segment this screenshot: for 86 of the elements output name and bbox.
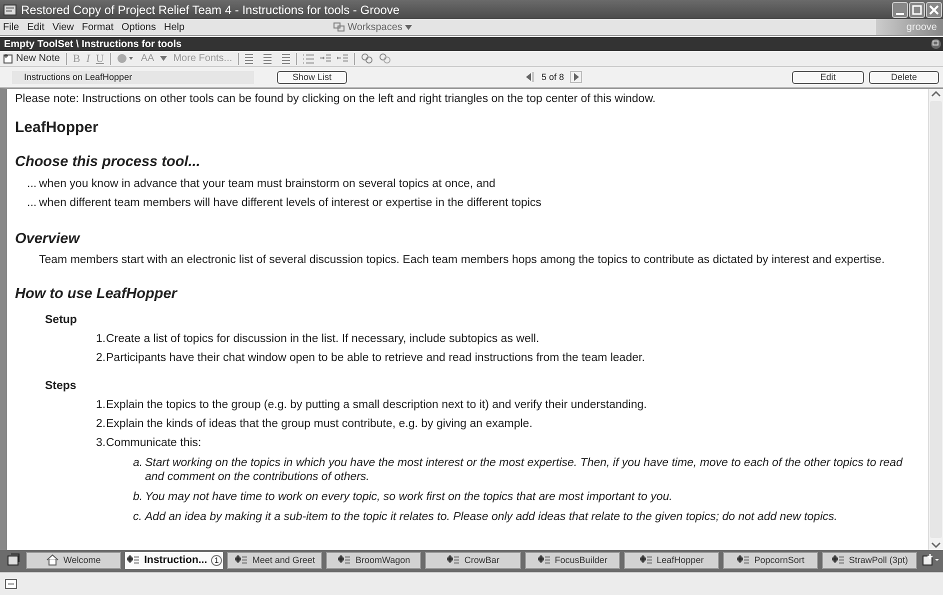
status-icon [5, 579, 17, 589]
add-tool-icon[interactable] [921, 553, 941, 567]
vertical-scrollbar[interactable] [928, 89, 943, 550]
note-position: 5 of 8 [541, 72, 564, 82]
align-right-icon[interactable] [279, 54, 290, 64]
scroll-up-icon[interactable] [930, 89, 942, 99]
list-marker: 3. [96, 436, 106, 451]
substep-text: You may not have time to work on every topic, so work first on the topics that are most important to you. [145, 490, 672, 504]
note-icon [830, 554, 845, 566]
note-icon [736, 554, 750, 566]
list-marker: a. [133, 456, 144, 471]
step-text: Create a list of topics for discussion in the list. If necessary, include subtopics as well. [106, 332, 540, 347]
list-marker: 1. [96, 398, 106, 413]
step-text: Communicate this: [106, 436, 202, 451]
menu-item[interactable]: Format [82, 22, 114, 32]
menu-item[interactable]: File [3, 22, 20, 32]
tool-tab[interactable]: LeafHopper [624, 552, 719, 568]
substep-text: Add an idea by making it a sub-item to the topic it relates to. Please only add ideas that relate to the given topics; do not add new topics. [145, 510, 838, 524]
menu-item[interactable]: View [52, 22, 74, 32]
note-text: Please note: Instructions on other tools can be found by clicking on the left and right triangles on the top center of this window. [15, 93, 657, 105]
outdent-icon[interactable] [337, 54, 348, 64]
note-icon [126, 554, 140, 566]
window-app-icon [3, 4, 17, 16]
font-color-icon[interactable] [116, 53, 135, 64]
list-marker: 1. [96, 332, 106, 347]
list-marker: c. [133, 510, 143, 524]
tool-tab[interactable]: Welcome [26, 552, 122, 568]
note-icon [3, 53, 14, 64]
tool-tab[interactable]: BroomWagon [326, 552, 422, 568]
note-icon [536, 554, 551, 566]
note-icon [446, 554, 460, 566]
list-marker: 2. [96, 351, 106, 366]
tool-tab[interactable]: FocusBuilder [524, 552, 620, 568]
menu-item[interactable]: Options [122, 22, 156, 32]
edit-button[interactable]: Edit [792, 70, 864, 84]
menu-item[interactable]: Help [164, 22, 185, 32]
workspace-back-icon[interactable] [6, 553, 22, 567]
scroll-down-icon[interactable] [930, 540, 942, 550]
section-heading: Overview [15, 231, 82, 247]
tool-header: Empty ToolSet \ Instructions for tools [4, 38, 183, 50]
step-text: Participants have their chat window open to be able to retrieve and read instructions from the team leader. [106, 351, 645, 366]
minimize-button[interactable] [892, 2, 908, 18]
maximize-button[interactable] [909, 2, 925, 18]
tool-tab[interactable]: Meet and Greet [227, 552, 322, 568]
note-icon [337, 554, 352, 566]
new-note-button[interactable]: New Note [3, 53, 60, 64]
overview-paragraph: Team members start with an electronic list of several discussion topics. Each team members hops among the topics to contribute as dictated by interest and expertise. [38, 253, 886, 268]
align-center-icon[interactable] [262, 54, 274, 64]
workspaces-menu[interactable]: Workspaces [332, 22, 412, 32]
indent-icon[interactable] [320, 54, 332, 64]
section-heading: How to use LeafHopper [15, 286, 178, 302]
workspaces-icon [332, 22, 345, 32]
document-title: LeafHopper [15, 119, 100, 136]
list-marker: ... [27, 177, 38, 192]
note-icon [638, 554, 653, 566]
list-item: when you know in advance that your team must brainstorm on several topics at once, and [39, 177, 496, 192]
section-heading: Choose this process tool... [15, 154, 202, 170]
tool-tab[interactable]: StrawPoll (3pt) [822, 552, 917, 568]
note-icon [234, 554, 248, 566]
tool-tab[interactable]: Instruction... 1 [125, 552, 224, 568]
tool-tab[interactable]: PopcornSort [722, 552, 818, 568]
brand-logo: groove [876, 19, 943, 35]
list-marker: b. [133, 490, 144, 504]
list-marker: ... [27, 196, 38, 211]
unlink-icon[interactable] [379, 53, 392, 64]
subsection-heading: Setup [45, 314, 78, 326]
note-title-field: Instructions on LeafHopper [12, 70, 254, 84]
house-icon [46, 554, 60, 566]
list-item: when different team members will have different levels of interest or expertise in the different topics [39, 196, 542, 211]
step-text: Explain the topics to the group (e.g. by putting a small description next to it) and verify their understanding. [106, 398, 647, 413]
menu-item[interactable]: Edit [27, 22, 44, 32]
popout-icon[interactable] [929, 38, 943, 50]
tool-tab[interactable]: CrowBar [425, 552, 520, 568]
window-title: Restored Copy of Project Relief Team 4 - Instructions for tools - Groove [21, 2, 401, 16]
bullet-list-icon[interactable] [303, 54, 314, 64]
count-badge: 1 [211, 554, 222, 566]
delete-button[interactable]: Delete [869, 70, 939, 84]
substep-text: Start working on the topics in which you have the most interest or the most expertise. Then, if you have time, move to each of the other topics to read and comment on the contributions of others. [145, 456, 904, 484]
link-icon[interactable] [361, 53, 374, 64]
close-button[interactable] [926, 2, 942, 18]
caret-icon [405, 24, 412, 30]
show-list-button[interactable]: Show List [277, 70, 347, 84]
list-marker: 2. [96, 417, 106, 432]
caret-icon[interactable] [160, 56, 168, 61]
step-text: Explain the kinds of ideas that the group must contribute, e.g. by giving an example. [106, 417, 532, 432]
subsection-heading: Steps [45, 380, 78, 392]
